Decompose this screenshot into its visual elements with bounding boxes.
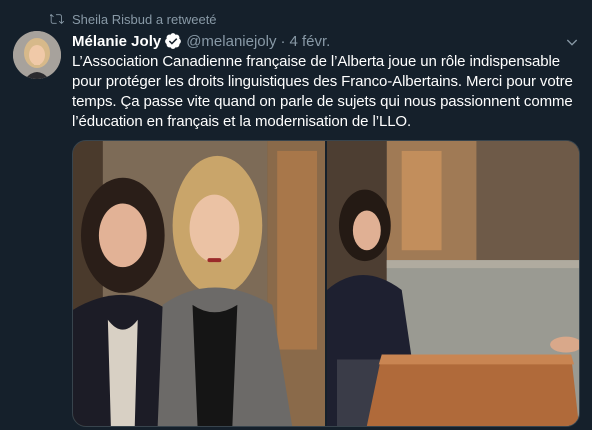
retweet-icon: [50, 12, 64, 26]
author-handle[interactable]: @melaniejoly: [186, 33, 276, 50]
verified-icon: [164, 32, 182, 50]
tweet-media[interactable]: [72, 140, 580, 427]
author-name[interactable]: Mélanie Joly: [72, 33, 161, 50]
tweet[interactable]: Sheila Risbud a retweeté Mélanie Joly @m…: [0, 0, 592, 430]
photo-two-women[interactable]: [73, 141, 325, 426]
chevron-down-icon[interactable]: [564, 34, 580, 50]
retweet-context[interactable]: Sheila Risbud a retweeté: [50, 10, 217, 28]
avatar[interactable]: [13, 31, 61, 79]
tweet-timestamp[interactable]: 4 févr.: [289, 33, 330, 50]
tweet-text: L’Association Canadienne française de l’…: [72, 53, 573, 130]
retweet-label: Sheila Risbud a retweeté: [72, 11, 217, 27]
photo-meeting[interactable]: [327, 141, 579, 426]
tweet-header: Mélanie Joly @melaniejoly · 4 févr.: [72, 31, 552, 51]
separator-dot: ·: [280, 32, 286, 50]
